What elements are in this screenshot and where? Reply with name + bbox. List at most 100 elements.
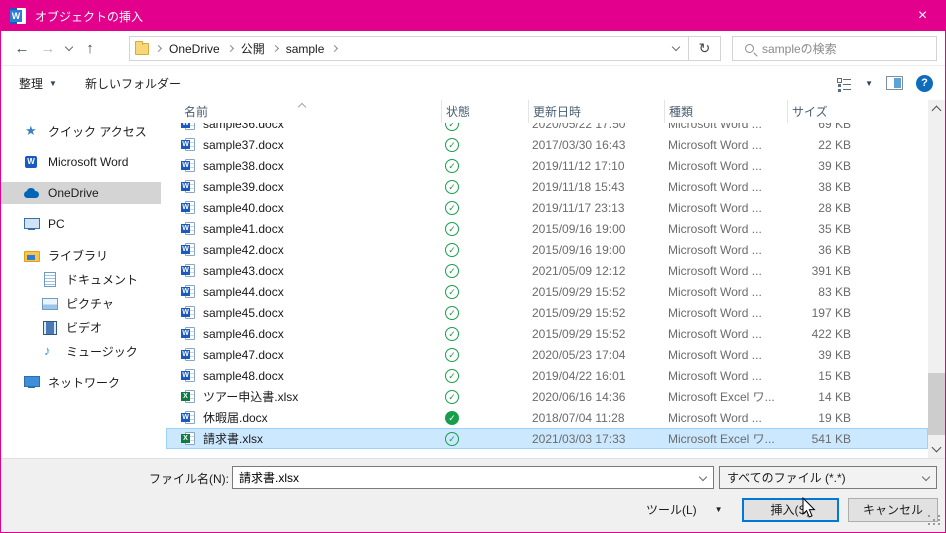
- sync-status-icon: [445, 410, 459, 425]
- file-name: sample48.docx: [203, 368, 284, 383]
- up-icon[interactable]: ↑: [77, 40, 103, 57]
- quick-access-icon: [23, 123, 41, 139]
- file-modified: 2018/07/04 11:28: [532, 410, 625, 425]
- file-row[interactable]: X 請求書.xlsx 2021/03/03 17:33 Microsoft Ex…: [166, 428, 928, 449]
- file-type-icon: X: [181, 389, 197, 405]
- onedrive-icon: [23, 185, 41, 201]
- column-header-modified[interactable]: 更新日時: [528, 100, 664, 123]
- file-type-icon: W: [181, 368, 197, 384]
- insert-object-dialog: オブジェクトの挿入 × ← → ↑ OneDrive 公開 sample ↻: [0, 0, 946, 533]
- back-icon[interactable]: ←: [9, 40, 35, 57]
- dialog-footer: ファイル名(N): すべてのファイル (*.*) ツール(L) ▼ 挿入(S) …: [1, 458, 945, 532]
- breadcrumb-separator-icon: [331, 44, 339, 53]
- file-row[interactable]: W sample46.docx 2015/09/29 15:52 Microso…: [166, 323, 928, 344]
- sidebar-item-onedrive[interactable]: OneDrive: [1, 182, 161, 204]
- file-row[interactable]: W sample45.docx 2015/09/29 15:52 Microso…: [166, 302, 928, 323]
- file-modified: 2019/11/17 23:13: [532, 200, 625, 215]
- file-size: 39 KB: [818, 347, 851, 362]
- sidebar-item-pc[interactable]: PC: [1, 213, 161, 235]
- file-type: Microsoft Word ...: [668, 242, 762, 257]
- file-row[interactable]: W sample40.docx 2019/11/17 23:13 Microso…: [166, 197, 928, 218]
- breadcrumb[interactable]: OneDrive 公開 sample ↻: [129, 36, 721, 61]
- breadcrumb-item-sample[interactable]: sample: [285, 40, 326, 58]
- file-type: Microsoft Word ...: [668, 200, 762, 215]
- file-type-icon: W: [181, 137, 197, 153]
- sidebar-item-quick-access[interactable]: クイック アクセス: [1, 120, 161, 142]
- organize-button[interactable]: 整理 ▼: [13, 71, 63, 96]
- resize-grip[interactable]: [928, 515, 940, 527]
- navigation-bar: ← → ↑ OneDrive 公開 sample ↻: [1, 31, 945, 66]
- pc-icon: [23, 216, 41, 232]
- breadcrumb-item-public[interactable]: 公開: [240, 38, 266, 59]
- file-type: Microsoft Word ...: [668, 158, 762, 173]
- scroll-down-icon[interactable]: [931, 442, 942, 453]
- search-box[interactable]: [732, 36, 937, 61]
- file-row[interactable]: W sample37.docx 2017/03/30 16:43 Microso…: [166, 134, 928, 155]
- file-modified: 2015/09/16 19:00: [532, 221, 626, 236]
- file-row[interactable]: W sample36.docx 2020/05/22 17:50 Microso…: [166, 123, 928, 134]
- file-type-icon: W: [181, 326, 197, 342]
- file-row[interactable]: W 休暇届.docx 2018/07/04 11:28 Microsoft Wo…: [166, 407, 928, 428]
- main-area: クイック アクセス Microsoft Word OneDrive PC ライブ…: [1, 100, 945, 458]
- file-modified: 2019/04/22 16:01: [532, 368, 626, 383]
- file-type-icon: W: [181, 263, 197, 279]
- file-type: Microsoft Word ...: [668, 221, 762, 236]
- address-dropdown-chevron-icon[interactable]: [662, 37, 688, 60]
- forward-icon[interactable]: →: [35, 40, 61, 57]
- file-name: sample39.docx: [203, 179, 284, 194]
- cancel-button[interactable]: キャンセル: [848, 498, 938, 522]
- file-type-icon: W: [181, 305, 197, 321]
- column-header-size[interactable]: サイズ: [787, 100, 871, 123]
- search-input[interactable]: [762, 41, 936, 56]
- file-row[interactable]: W sample39.docx 2019/11/18 15:43 Microso…: [166, 176, 928, 197]
- sidebar-item-network[interactable]: ネットワーク: [1, 371, 161, 393]
- tools-button[interactable]: ツール(L) ▼: [646, 501, 723, 518]
- file-type-icon: W: [181, 284, 197, 300]
- file-name: sample36.docx: [203, 123, 284, 131]
- change-view-icon[interactable]: [836, 77, 852, 90]
- file-name: sample47.docx: [203, 347, 284, 362]
- sync-status-icon: [445, 368, 459, 383]
- file-row[interactable]: W sample43.docx 2021/05/09 12:12 Microso…: [166, 260, 928, 281]
- file-row[interactable]: W sample47.docx 2020/05/23 17:04 Microso…: [166, 344, 928, 365]
- column-header-type[interactable]: 種類: [664, 100, 787, 123]
- filename-label: ファイル名(N):: [149, 472, 229, 486]
- file-size: 197 KB: [811, 305, 851, 320]
- file-name: ツアー申込書.xlsx: [203, 390, 299, 404]
- filename-dropdown-chevron-icon[interactable]: [693, 472, 713, 482]
- breadcrumb-item-onedrive[interactable]: OneDrive: [168, 40, 221, 58]
- file-row[interactable]: W sample41.docx 2015/09/16 19:00 Microso…: [166, 218, 928, 239]
- sidebar-item-microsoft-word[interactable]: Microsoft Word: [1, 151, 161, 173]
- scroll-up-icon[interactable]: [931, 105, 942, 116]
- sidebar-item-music[interactable]: ミュージック: [1, 340, 161, 362]
- sidebar-item-pictures[interactable]: ピクチャ: [1, 292, 161, 314]
- file-row[interactable]: W sample48.docx 2019/04/22 16:01 Microso…: [166, 365, 928, 386]
- filename-input[interactable]: [233, 470, 693, 485]
- sidebar-item-label: OneDrive: [48, 186, 99, 200]
- refresh-icon[interactable]: ↻: [689, 37, 720, 60]
- help-icon[interactable]: ?: [916, 74, 933, 92]
- recent-locations-chevron-icon[interactable]: [61, 42, 77, 53]
- sidebar-item-libraries[interactable]: ライブラリ: [1, 244, 161, 266]
- file-type-select[interactable]: すべてのファイル (*.*): [719, 466, 937, 489]
- file-name: sample41.docx: [203, 221, 284, 236]
- sidebar-item-videos[interactable]: ビデオ: [1, 316, 161, 338]
- file-row[interactable]: W sample38.docx 2019/11/12 17:10 Microso…: [166, 155, 928, 176]
- scrollbar-thumb[interactable]: [928, 373, 945, 435]
- sidebar-item-documents[interactable]: ドキュメント: [1, 268, 161, 290]
- file-type: Microsoft Excel ワ...: [668, 432, 775, 446]
- new-folder-button[interactable]: 新しいフォルダー: [79, 71, 187, 96]
- preview-pane-icon[interactable]: [886, 76, 903, 90]
- column-header-status[interactable]: 状態: [441, 100, 528, 123]
- sync-status-icon: [445, 284, 459, 299]
- organize-label: 整理: [19, 76, 44, 91]
- chevron-down-icon: ▼: [49, 78, 57, 88]
- view-dropdown-chevron-icon[interactable]: ▼: [865, 79, 873, 88]
- file-row[interactable]: W sample44.docx 2015/09/29 15:52 Microso…: [166, 281, 928, 302]
- vertical-scrollbar[interactable]: [928, 100, 945, 458]
- file-row[interactable]: W sample42.docx 2015/09/16 19:00 Microso…: [166, 239, 928, 260]
- close-icon[interactable]: ×: [900, 1, 945, 31]
- insert-button[interactable]: 挿入(S): [742, 498, 839, 522]
- file-row[interactable]: X ツアー申込書.xlsx 2020/06/16 14:36 Microsoft…: [166, 386, 928, 407]
- sync-status-icon: [445, 431, 459, 446]
